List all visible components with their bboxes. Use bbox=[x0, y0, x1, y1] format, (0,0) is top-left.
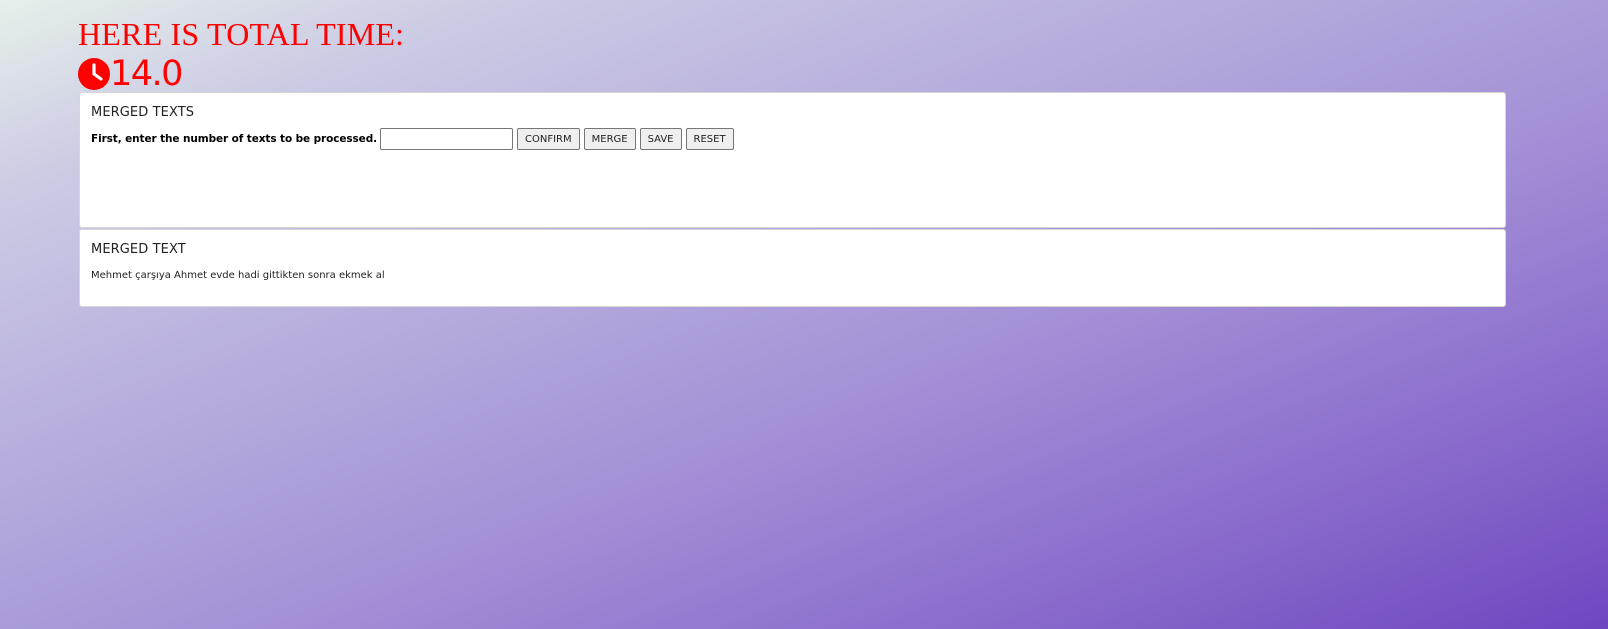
merge-button[interactable]: MERGE bbox=[583, 128, 636, 150]
timer-value: 14.0 bbox=[110, 54, 183, 94]
text-count-label: First, enter the number of texts to be p… bbox=[91, 133, 378, 145]
text-count-form: First, enter the number of texts to be p… bbox=[91, 127, 738, 151]
total-time-display: 14.0 bbox=[78, 54, 183, 94]
text-count-input[interactable] bbox=[380, 128, 514, 150]
page-title: HERE IS TOTAL TIME: bbox=[78, 16, 405, 52]
save-button[interactable]: SAVE bbox=[639, 128, 682, 150]
clock-icon bbox=[78, 58, 110, 90]
merged-text-panel: MERGED TEXT Mehmet çarşıya Ahmet evde ha… bbox=[79, 229, 1506, 307]
merged-texts-panel: MERGED TEXTS First, enter the number of … bbox=[79, 92, 1506, 228]
merged-text-output: Mehmet çarşıya Ahmet evde hadi gittikten… bbox=[91, 270, 385, 281]
merged-texts-title: MERGED TEXTS bbox=[91, 105, 195, 120]
merged-text-title: MERGED TEXT bbox=[91, 242, 186, 257]
confirm-button[interactable]: CONFIRM bbox=[517, 128, 580, 150]
reset-button[interactable]: RESET bbox=[685, 128, 734, 150]
